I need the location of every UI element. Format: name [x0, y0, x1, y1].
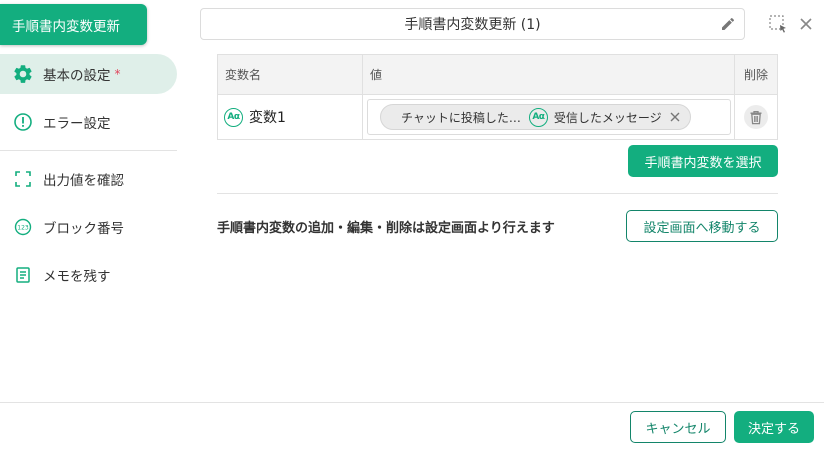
sidebar-item-error-settings[interactable]: エラー設定 [0, 102, 177, 142]
sidebar-item-label: 出力値を確認 [43, 173, 124, 189]
sidebar-item-label: ブロック番号 [43, 221, 124, 237]
value-input[interactable]: チャットに投稿した… Aα 受信したメッセージ [367, 99, 731, 135]
column-header-value: 値 [363, 55, 735, 94]
notes-icon [12, 264, 34, 286]
text-variable-icon: Aα [528, 107, 548, 127]
delete-row-button[interactable] [744, 105, 768, 129]
column-header-delete: 削除 [743, 68, 768, 82]
variables-table: 変数名 値 削除 Aα 変数1 チャットに投稿した… Aα 受信したメッセージ [217, 54, 778, 140]
remove-chip-icon[interactable] [668, 110, 682, 124]
number-badge-icon: 123 [12, 216, 34, 238]
table-row: Aα 変数1 チャットに投稿した… Aα 受信したメッセージ [218, 95, 777, 139]
go-to-settings-label: 設定画面へ移動する [643, 220, 761, 236]
sidebar-item-label: 基本の設定 [43, 68, 111, 84]
sidebar-item-basic-settings[interactable]: 基本の設定 * [0, 54, 177, 94]
variable-name-cell: Aα 変数1 [218, 95, 363, 139]
sidebar-item-block-number[interactable]: 123 ブロック番号 [0, 207, 177, 247]
sidebar-item-memo[interactable]: メモを残す [0, 255, 177, 295]
confirm-label: 決定する [747, 421, 800, 437]
chip-text: 受信したメッセージ [553, 110, 662, 125]
app-title-tab[interactable]: 手順書内変数更新 [0, 4, 147, 45]
alert-circle-icon [12, 111, 34, 133]
sidebar-item-label: エラー設定 [43, 116, 111, 132]
sidebar-item-check-output[interactable]: 出力値を確認 [0, 159, 177, 199]
trash-icon [749, 110, 763, 125]
cancel-button[interactable]: キャンセル [630, 411, 726, 443]
settings-note: 手順書内変数の追加・編集・削除は設定画面より行えます [217, 221, 555, 236]
svg-text:123: 123 [17, 224, 29, 231]
sidebar: 手順書内変数更新 基本の設定 * エラー設定 出力値を確認 123 ブロック番号… [0, 0, 190, 402]
frame-corners-icon [12, 168, 34, 190]
go-to-settings-button[interactable]: 設定画面へ移動する [626, 210, 778, 242]
gear-icon [12, 63, 34, 85]
column-header-variable-name: 変数名 [218, 55, 363, 94]
title-field[interactable]: 手順書内変数更新 (1) [200, 8, 745, 40]
sidebar-item-label: メモを残す [43, 269, 111, 285]
cancel-label: キャンセル [645, 421, 711, 437]
select-variable-button[interactable]: 手順書内変数を選択 [628, 145, 778, 177]
required-marker: * [114, 67, 121, 81]
app-title-label: 手順書内変数更新 [12, 18, 120, 35]
sidebar-divider [0, 150, 177, 151]
close-icon[interactable] [796, 14, 816, 34]
delete-cell [735, 95, 777, 139]
variable-name: 変数1 [249, 110, 286, 126]
value-cell: チャットに投稿した… Aα 受信したメッセージ [363, 95, 735, 139]
confirm-button[interactable]: 決定する [734, 411, 814, 443]
section-divider [217, 193, 778, 194]
title-text: 手順書内変数更新 (1) [404, 17, 541, 33]
chip-text: チャットに投稿した… [401, 110, 521, 125]
value-chip[interactable]: チャットに投稿した… Aα 受信したメッセージ [380, 104, 691, 130]
pencil-icon[interactable] [720, 16, 736, 32]
text-variable-icon: Aα [224, 107, 243, 127]
selection-cursor-icon[interactable] [768, 14, 788, 34]
table-header: 変数名 値 削除 [218, 55, 777, 95]
select-variable-label: 手順書内変数を選択 [644, 155, 762, 171]
footer-divider [0, 402, 824, 403]
